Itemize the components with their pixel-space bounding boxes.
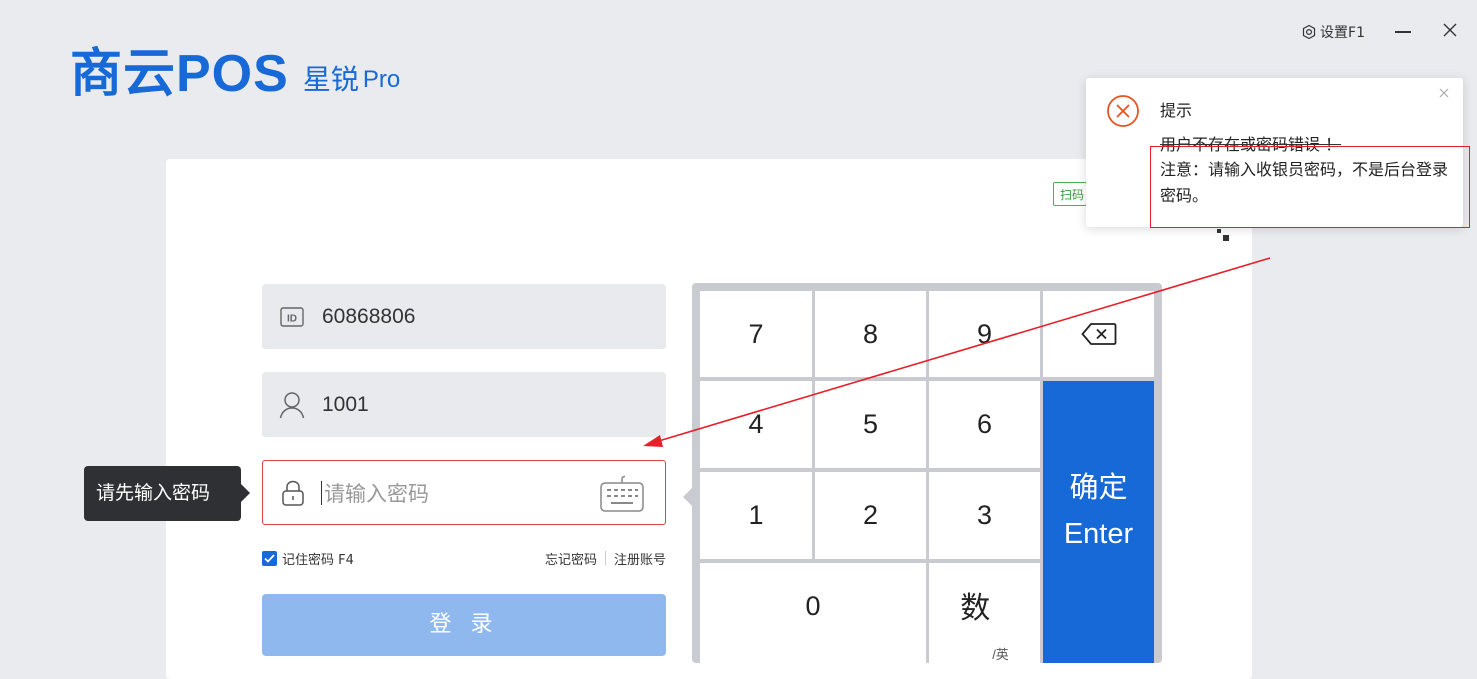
username-value: 1001 xyxy=(322,392,369,416)
key-4[interactable]: 4 xyxy=(700,381,812,468)
password-field[interactable]: 请输入密码 xyxy=(262,460,666,525)
forgot-password-link[interactable]: 忘记密码 xyxy=(545,549,597,568)
id-icon: ID xyxy=(278,303,306,331)
key-6[interactable]: 6 xyxy=(929,381,1040,468)
remember-password-label[interactable]: 记住密码 F4 xyxy=(282,549,354,568)
numeric-keypad: 7 8 9 4 5 6 1 2 3 确定 Enter 0 数 /英 xyxy=(692,283,1162,663)
logo-pro-text: Pro xyxy=(362,66,401,93)
remember-password-checkbox[interactable] xyxy=(262,550,277,566)
key-2[interactable]: 2 xyxy=(815,472,926,559)
close-window-button[interactable] xyxy=(1443,23,1457,41)
notification-close-button[interactable] xyxy=(1439,86,1449,102)
text-caret xyxy=(321,480,322,505)
close-icon xyxy=(1439,88,1449,98)
toggle-key-main: 数 xyxy=(960,592,991,625)
store-id-field[interactable]: ID 60868806 xyxy=(262,284,666,349)
minimize-button[interactable] xyxy=(1395,31,1411,33)
key-7[interactable]: 7 xyxy=(700,291,812,377)
store-id-value: 60868806 xyxy=(322,304,416,328)
enter-key[interactable]: 确定 Enter xyxy=(1043,381,1154,663)
check-icon xyxy=(264,553,275,563)
key-8[interactable]: 8 xyxy=(815,291,926,377)
logo-sub-text: 星锐 xyxy=(302,63,359,96)
gear-icon xyxy=(1302,24,1316,40)
user-icon xyxy=(278,391,306,419)
key-1[interactable]: 1 xyxy=(700,472,812,559)
app-logo: 商云POS 星锐 Pro xyxy=(70,42,400,102)
settings-label: 设置F1 xyxy=(1320,25,1365,41)
annotation-highlight-box xyxy=(1150,146,1470,228)
username-field[interactable]: 1001 xyxy=(262,372,666,437)
password-error-tooltip: 请先输入密码 xyxy=(84,466,250,521)
link-divider xyxy=(604,551,606,565)
scan-login-tag[interactable]: 扫码 xyxy=(1053,182,1087,206)
backspace-icon xyxy=(1080,323,1116,345)
error-circle-icon xyxy=(1106,94,1140,132)
svg-text:ID: ID xyxy=(287,313,297,324)
settings-button[interactable]: 设置F1 xyxy=(1301,22,1365,42)
login-options-row: 记住密码 F4 忘记密码 注册账号 xyxy=(262,548,666,568)
number-letter-toggle-key[interactable]: 数 /英 xyxy=(929,563,1040,663)
key-9[interactable]: 9 xyxy=(929,291,1040,377)
key-0[interactable]: 0 xyxy=(700,563,926,663)
window-controls: 设置F1 xyxy=(1301,22,1457,42)
logo-main-text: 商云POS xyxy=(70,45,289,103)
password-placeholder: 请输入密码 xyxy=(324,481,429,506)
keyboard-icon[interactable] xyxy=(599,475,645,517)
lock-icon xyxy=(279,479,307,507)
enter-key-label-cn: 确定 xyxy=(1069,472,1128,504)
key-3[interactable]: 3 xyxy=(929,472,1040,559)
close-icon xyxy=(1443,23,1457,37)
notification-title: 提示 xyxy=(1160,101,1193,120)
login-button[interactable]: 登 录 xyxy=(262,594,666,656)
toggle-key-sub: /英 xyxy=(992,647,1009,662)
backspace-key[interactable] xyxy=(1043,291,1154,377)
key-5[interactable]: 5 xyxy=(815,381,926,468)
register-account-link[interactable]: 注册账号 xyxy=(614,549,666,568)
enter-key-label-en: Enter xyxy=(1063,518,1134,550)
